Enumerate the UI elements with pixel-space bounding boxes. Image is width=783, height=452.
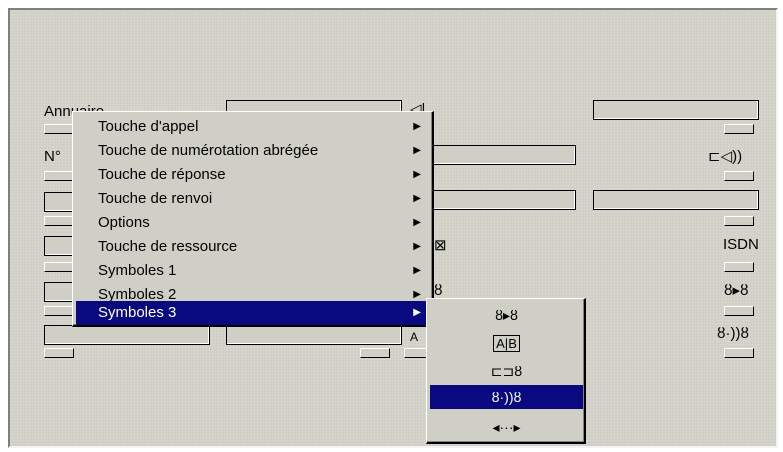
field-mid-right-2[interactable]	[432, 145, 576, 165]
symbol-ab-box[interactable]: A|B	[430, 331, 583, 355]
label-isdn: ISDN	[723, 236, 759, 253]
field-right-3[interactable]	[593, 190, 759, 210]
menu-item-touche-ressource[interactable]: Touche de ressource ▶	[76, 235, 431, 259]
submenu-arrow-icon: ▶	[413, 193, 421, 204]
field-left-4[interactable]	[44, 236, 74, 256]
label-number: N°	[44, 148, 61, 165]
key-left-5[interactable]	[44, 306, 74, 316]
submenu-arrow-icon: ▶	[413, 169, 421, 180]
envelope-icon: ⊠	[434, 237, 447, 254]
menu-item-symboles-3[interactable]: Symboles 3 ▶	[76, 301, 431, 325]
key-left-4[interactable]	[44, 262, 74, 272]
menu-item-numerotation-abregee[interactable]: Touche de numérotation abrégée ▶	[76, 139, 431, 163]
key-right-1[interactable]	[724, 124, 754, 134]
menu-item-options[interactable]: Options ▶	[76, 211, 431, 235]
symbol-book-person[interactable]: ⊏⊐ȣ	[430, 359, 583, 383]
menu-item-touche-reponse[interactable]: Touche de réponse ▶	[76, 163, 431, 187]
field-middle-6[interactable]	[226, 325, 402, 345]
field-left-3[interactable]	[44, 192, 74, 212]
field-right-1[interactable]	[593, 100, 759, 120]
menu-item-touche-renvoi[interactable]: Touche de renvoi ▶	[76, 187, 431, 211]
transfer-icon: ȣ▸ȣ	[724, 282, 749, 299]
field-left-6[interactable]	[44, 325, 210, 345]
symbol-person-speak-person[interactable]: ȣ·))ȣ	[430, 385, 583, 409]
context-menu: Touche d'appel ▶ Touche de numérotation a…	[72, 111, 434, 327]
key-right-4[interactable]	[724, 262, 754, 272]
key-left-3[interactable]	[44, 216, 74, 226]
key-right-5[interactable]	[724, 306, 754, 316]
key-left-6[interactable]	[44, 348, 74, 358]
key-annuaire[interactable]	[44, 124, 74, 134]
field-left-5[interactable]	[44, 282, 74, 302]
symbol-person-arrow-person[interactable]: ȣ▸ȣ	[430, 303, 583, 327]
menu-item-symboles-1[interactable]: Symboles 1 ▶	[76, 259, 431, 283]
symbols-submenu: ȣ▸ȣ A|B ⊏⊐ȣ ȣ·))ȣ ◂···▸	[426, 298, 586, 444]
field-mid-right-3[interactable]	[432, 190, 576, 210]
submenu-arrow-icon: ▶	[413, 217, 421, 228]
speaker-volume-icon: ⊏◁))	[708, 148, 743, 165]
key-middle-6[interactable]	[360, 348, 390, 358]
submenu-arrow-icon: ▶	[413, 241, 421, 252]
key-right-3[interactable]	[724, 216, 754, 226]
submenu-arrow-icon: ▶	[413, 121, 421, 132]
submenu-arrow-icon: ▶	[413, 307, 421, 318]
key-number[interactable]	[44, 171, 74, 181]
symbol-double-arrow[interactable]: ◂···▸	[430, 415, 583, 439]
key-right-6[interactable]	[724, 348, 754, 358]
key-right-2[interactable]	[724, 171, 754, 181]
ab-icon: A	[410, 330, 419, 344]
submenu-arrow-icon: ▶	[413, 145, 421, 156]
person-icon: ȣ	[434, 282, 443, 299]
menu-item-touche-appel[interactable]: Touche d'appel ▶	[76, 115, 431, 139]
submenu-arrow-icon: ▶	[413, 265, 421, 276]
speak-icon: ȣ·))ȣ	[717, 325, 749, 342]
